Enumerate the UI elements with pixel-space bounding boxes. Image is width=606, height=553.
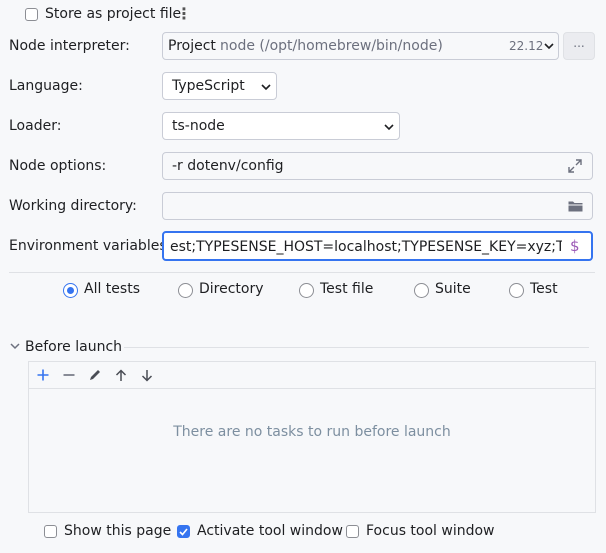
add-task-button[interactable] xyxy=(33,365,53,385)
working-directory-label: Working directory: xyxy=(9,198,137,214)
checkmark-icon xyxy=(179,527,188,536)
before-launch-panel: There are no tasks to run before launch xyxy=(28,361,596,513)
chevron-down-icon xyxy=(261,84,271,91)
arrow-up-icon xyxy=(115,368,127,381)
loader-value: ts-node xyxy=(172,118,225,134)
interpreter-path: node (/opt/homebrew/bin/node) xyxy=(220,38,443,54)
environment-variables-input[interactable]: est;TYPESENSE_HOST=localhost;TYPESENSE_K… xyxy=(162,231,593,261)
show-this-page-checkbox[interactable] xyxy=(44,525,57,538)
working-directory-input[interactable] xyxy=(162,192,593,220)
radio-suite[interactable] xyxy=(414,283,429,298)
radio-directory-label: Directory xyxy=(199,281,264,297)
radio-suite-label: Suite xyxy=(435,281,471,297)
chevron-down-icon xyxy=(544,43,554,50)
focus-tool-window-checkbox[interactable] xyxy=(346,525,359,538)
activate-tool-window-checkbox[interactable] xyxy=(177,525,190,538)
store-as-project-checkbox[interactable] xyxy=(25,8,38,21)
loader-select[interactable]: ts-node xyxy=(162,112,400,140)
collapse-chevron-icon[interactable] xyxy=(10,343,20,350)
divider xyxy=(9,272,595,273)
environment-variables-value: est;TYPESENSE_HOST=localhost;TYPESENSE_K… xyxy=(170,239,562,255)
language-label: Language: xyxy=(9,78,83,94)
chevron-down-icon xyxy=(384,124,394,131)
radio-test-file[interactable] xyxy=(299,283,314,298)
radio-all-tests-label: All tests xyxy=(84,281,140,297)
radio-test-label: Test xyxy=(530,281,558,297)
node-interpreter-combo[interactable]: Project node (/opt/homebrew/bin/node) 22… xyxy=(162,32,559,60)
node-options-label: Node options: xyxy=(9,158,107,174)
activate-tool-window-label: Activate tool window xyxy=(197,523,343,539)
arrow-down-icon xyxy=(141,369,153,382)
focus-tool-window-label: Focus tool window xyxy=(366,523,495,539)
empty-tasks-text: There are no tasks to run before launch xyxy=(173,424,451,440)
node-options-input[interactable]: -r dotenv/config xyxy=(162,152,593,180)
radio-all-tests[interactable] xyxy=(63,283,78,298)
before-launch-divider xyxy=(124,347,589,348)
environment-variables-label: Environment variables: xyxy=(9,238,172,254)
loader-label: Loader: xyxy=(9,118,62,134)
store-as-project-label: Store as project file xyxy=(45,6,182,22)
node-options-value: -r dotenv/config xyxy=(172,158,284,174)
edit-task-button[interactable] xyxy=(85,365,105,385)
radio-test-file-label: Test file xyxy=(320,281,374,297)
expand-icon[interactable] xyxy=(568,159,582,173)
radio-directory[interactable] xyxy=(178,283,193,298)
language-value: TypeScript xyxy=(172,78,245,94)
folder-icon[interactable] xyxy=(568,200,583,212)
interpreter-browse-button[interactable]: ... xyxy=(563,32,595,60)
move-up-button[interactable] xyxy=(111,365,131,385)
dollar-icon[interactable]: $ xyxy=(570,237,580,255)
language-select[interactable]: TypeScript xyxy=(162,72,277,100)
show-this-page-label: Show this page xyxy=(64,523,172,539)
remove-task-button[interactable] xyxy=(59,365,79,385)
interpreter-version: 22.12.0 xyxy=(509,39,543,53)
move-down-button[interactable] xyxy=(137,365,157,385)
interpreter-project-prefix: Project xyxy=(168,38,216,54)
node-interpreter-label: Node interpreter: xyxy=(9,38,130,54)
before-launch-title[interactable]: Before launch xyxy=(25,339,122,355)
minus-icon xyxy=(63,374,75,376)
radio-test[interactable] xyxy=(509,283,524,298)
more-options-icon[interactable]: ⋮ xyxy=(176,4,192,23)
plus-icon xyxy=(37,369,49,381)
pencil-icon xyxy=(90,370,100,380)
